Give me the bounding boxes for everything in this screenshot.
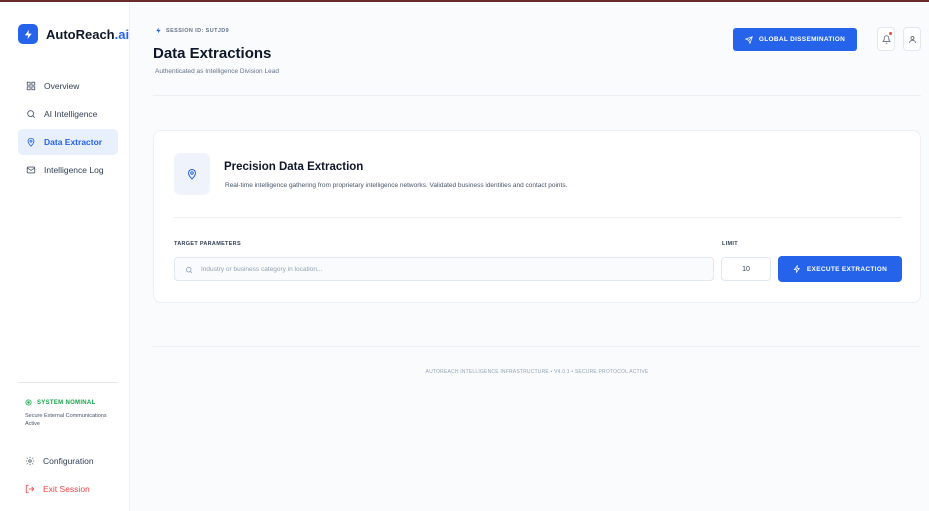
- map-pin-icon: [27, 137, 35, 147]
- lightning-icon: [18, 24, 38, 44]
- lightning-icon: [156, 27, 161, 34]
- limit-input[interactable]: [721, 257, 771, 281]
- sidebar-item-intelligence-log[interactable]: Intelligence Log: [18, 157, 118, 183]
- sidebar-nav: Overview AI Intelligence Data Extractor …: [18, 73, 118, 185]
- lightning-icon: [793, 265, 800, 273]
- page-title: Data Extractions: [153, 45, 272, 62]
- extraction-card: Precision Data Extraction Real-time inte…: [153, 130, 921, 303]
- execute-extraction-label: EXECUTE EXTRACTION: [806, 265, 888, 273]
- session-id: SESSION ID: SUTJD9: [155, 27, 229, 34]
- sidebar-divider: [18, 382, 118, 383]
- card-description: Real-time intelligence gathering from pr…: [225, 182, 568, 189]
- gear-icon: [25, 456, 35, 466]
- configuration-button[interactable]: Configuration: [25, 452, 125, 470]
- search-input[interactable]: [201, 258, 706, 280]
- window-top-border: [0, 0, 929, 2]
- sidebar-item-label: Data Extractor: [44, 137, 103, 147]
- search-field: [174, 257, 714, 281]
- profile-button[interactable]: [903, 27, 921, 51]
- card-divider: [174, 217, 902, 218]
- search-icon: [185, 266, 193, 274]
- card-icon-box: [174, 153, 210, 195]
- exit-session-label: Exit Session: [43, 484, 90, 494]
- system-status-description: Secure External Communications Active: [25, 413, 107, 427]
- sidebar-bottom: Configuration Exit Session: [25, 452, 125, 508]
- notification-dot: [889, 32, 892, 35]
- configuration-label: Configuration: [43, 456, 94, 466]
- card-title: Precision Data Extraction: [224, 161, 364, 173]
- search-icon: [27, 110, 36, 119]
- sidebar-item-ai-intelligence[interactable]: AI Intelligence: [18, 101, 118, 127]
- user-icon: [908, 35, 916, 43]
- bell-icon: [881, 34, 891, 44]
- sidebar-item-overview[interactable]: Overview: [18, 73, 118, 99]
- sidebar-item-data-extractor[interactable]: Data Extractor: [18, 129, 118, 155]
- exit-session-button[interactable]: Exit Session: [25, 480, 125, 498]
- global-dissemination-button[interactable]: GLOBAL DISSEMINATION: [733, 28, 857, 51]
- global-dissemination-label: GLOBAL DISSEMINATION: [758, 36, 846, 43]
- header-divider: [153, 95, 921, 96]
- logout-icon: [25, 484, 35, 494]
- system-status-title: SYSTEM NOMINAL: [37, 399, 96, 406]
- send-icon: [744, 35, 753, 44]
- sidebar: AutoReach.ai Overview AI Intelligence Da…: [0, 2, 130, 511]
- sidebar-item-label: Overview: [44, 81, 80, 91]
- footer-divider: [153, 346, 921, 347]
- target-parameters-label: TARGET PARAMETERS: [174, 241, 241, 247]
- map-pin-icon: [187, 169, 197, 180]
- execute-extraction-button[interactable]: EXECUTE EXTRACTION: [778, 256, 902, 282]
- sidebar-item-label: Intelligence Log: [44, 165, 104, 175]
- notifications-button[interactable]: [877, 27, 895, 51]
- brand-name: AutoReach.ai: [46, 26, 130, 42]
- footer-text: AUTOREACH INTELLIGENCE INFRASTRUCTURE • …: [425, 369, 649, 375]
- brand[interactable]: AutoReach.ai: [18, 24, 129, 44]
- grid-icon: [26, 81, 36, 91]
- system-status: SYSTEM NOMINAL Secure External Communica…: [25, 399, 120, 428]
- limit-label: LIMIT: [722, 241, 738, 247]
- session-id-text: SESSION ID: SUTJD9: [166, 27, 230, 34]
- sidebar-item-label: AI Intelligence: [44, 109, 98, 119]
- mail-icon: [26, 166, 36, 174]
- status-circle-icon: [25, 399, 32, 406]
- page-subtitle: Authenticated as Intelligence Division L…: [155, 68, 279, 75]
